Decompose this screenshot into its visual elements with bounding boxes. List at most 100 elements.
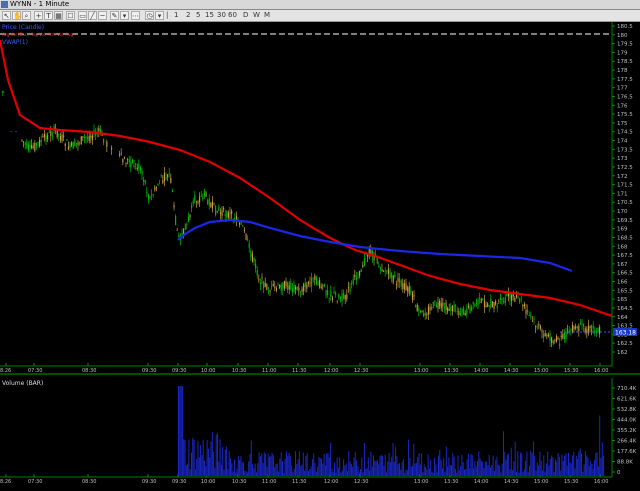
candle-body xyxy=(35,143,37,146)
price-y-label: 180.5 xyxy=(617,24,633,30)
volume-bar xyxy=(444,471,446,476)
volume-bar xyxy=(461,454,463,476)
volume-bar xyxy=(443,458,445,476)
volume-bar xyxy=(205,466,207,476)
candle-body xyxy=(239,222,241,225)
volume-bar xyxy=(531,452,533,476)
volume-bar xyxy=(392,442,394,476)
price-x-labels: 8:26 07:30 08:30 09:30 09:30 10:00 10:30 11:00 1… xyxy=(0,363,608,374)
candle-body xyxy=(552,341,554,343)
candle-body xyxy=(258,278,260,281)
volume-y-label: 355.2K xyxy=(617,428,637,434)
volume-bar xyxy=(592,468,594,476)
candle-body xyxy=(31,144,33,149)
candle-body xyxy=(467,306,469,308)
candle-body xyxy=(413,295,415,297)
candle-body xyxy=(501,298,503,301)
candle-body xyxy=(522,305,524,307)
candle-body xyxy=(274,286,276,288)
volume-bar xyxy=(594,460,595,476)
volume-bar xyxy=(596,452,598,476)
x-axis-label: 11:00 xyxy=(262,368,276,374)
candle-body xyxy=(208,198,210,206)
volume-bar xyxy=(421,453,423,476)
volume-bar xyxy=(289,456,291,476)
candle-body xyxy=(47,135,49,140)
volume-y-label: 0 xyxy=(617,470,621,476)
candle-body xyxy=(397,278,399,282)
price-y-label: 170 xyxy=(617,209,628,215)
volume-bar xyxy=(516,472,517,476)
volume-bar xyxy=(509,469,511,476)
volume-bar xyxy=(506,454,508,476)
volume-bar xyxy=(451,465,452,476)
volume-bar xyxy=(206,440,208,476)
candle-body xyxy=(282,282,284,290)
volume-bar xyxy=(335,472,337,476)
candle-body xyxy=(464,312,466,316)
chart-canvas[interactable]: Price (Candle) Avg Vol (Bar), Avg Vol, A… xyxy=(0,0,640,491)
price-y-label: 179.5 xyxy=(617,42,633,48)
volume-bar xyxy=(440,459,442,476)
candle-body xyxy=(429,306,431,311)
candle-body xyxy=(299,291,301,293)
x-axis-label: 15:30 xyxy=(564,368,578,374)
candle-body xyxy=(226,211,228,218)
volume-bar xyxy=(266,466,268,476)
candle-body xyxy=(266,283,268,290)
volume-bar xyxy=(501,463,503,476)
candle-body xyxy=(178,234,180,238)
candle-body xyxy=(26,141,28,148)
candle-body xyxy=(307,281,309,284)
volume-bar xyxy=(484,461,486,476)
x-axis-label: 11:30 xyxy=(292,368,306,374)
volume-bar xyxy=(378,464,380,476)
candle-body xyxy=(75,142,77,144)
volume-bar xyxy=(410,466,412,476)
candle-body xyxy=(312,277,314,279)
volume-bar xyxy=(582,471,584,476)
candle-body xyxy=(285,281,287,287)
candle-body xyxy=(495,301,497,305)
volume-bar xyxy=(323,454,325,476)
volume-bar xyxy=(525,460,527,476)
candle-body xyxy=(519,298,521,303)
volume-bar xyxy=(512,470,514,476)
candle-body xyxy=(563,332,565,339)
candle-body xyxy=(149,197,151,199)
volume-y-label: 621.6K xyxy=(617,397,637,403)
candle-body xyxy=(362,265,364,268)
volume-bar xyxy=(235,472,237,476)
volume-bar xyxy=(214,467,216,476)
volume-bar xyxy=(396,456,398,476)
volume-bar xyxy=(467,453,469,476)
volume-bar xyxy=(548,465,550,476)
candle-body xyxy=(455,305,457,307)
candle-body xyxy=(544,333,546,337)
candle-body xyxy=(256,270,258,276)
candle-body xyxy=(127,159,129,160)
volume-bar xyxy=(384,454,386,476)
volume-bar xyxy=(267,453,269,476)
volume-bar xyxy=(436,472,438,476)
candle-body xyxy=(229,212,231,214)
volume-bar xyxy=(475,466,477,476)
volume-bar xyxy=(288,452,290,476)
price-y-label: 166.5 xyxy=(617,271,633,277)
volume-bar xyxy=(566,465,568,476)
volume-bar xyxy=(493,470,495,476)
volume-bar xyxy=(470,454,472,476)
volume-y-labels: 710.4K 621.6K 532.8K 444.0K 355.2K 266.4K 177.… xyxy=(612,386,637,476)
candle-body xyxy=(331,297,333,300)
price-y-label: 162 xyxy=(617,350,628,356)
volume-bar xyxy=(285,451,287,476)
x-axis-label: 15:00 xyxy=(534,479,548,485)
volume-bar xyxy=(471,455,473,476)
candle-body xyxy=(528,315,530,316)
candle-body xyxy=(279,284,281,288)
volume-bar xyxy=(365,468,367,476)
candle-body xyxy=(74,140,76,147)
volume-bar xyxy=(215,434,217,476)
volume-bar xyxy=(518,472,520,476)
candle-body xyxy=(42,136,44,137)
